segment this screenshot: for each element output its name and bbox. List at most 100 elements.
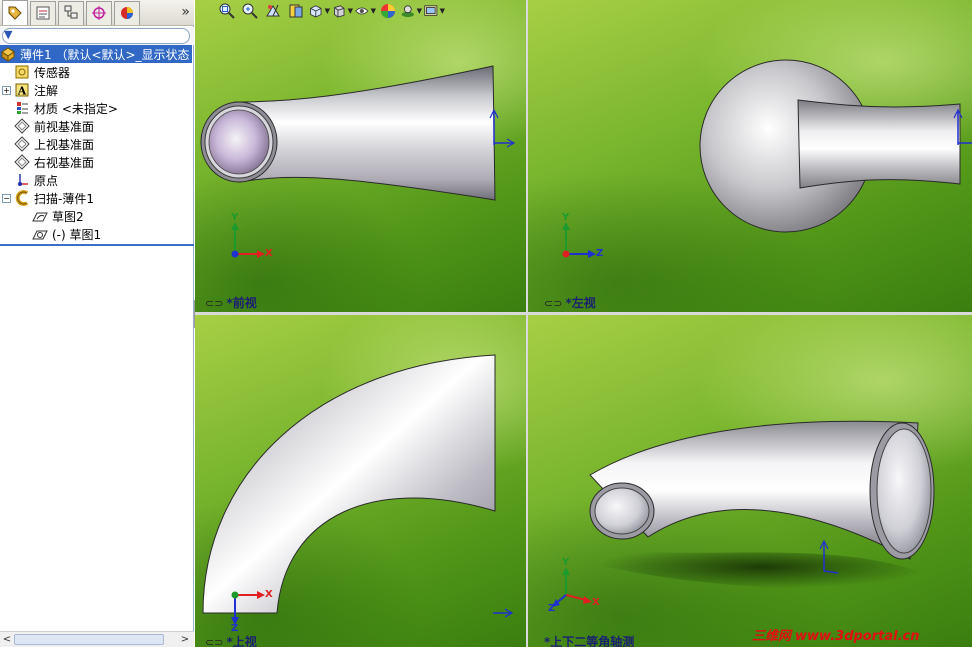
apply-scene-icon [401, 5, 414, 18]
property-manager-tab[interactable] [30, 0, 56, 25]
edit-appearance-button[interactable] [377, 0, 399, 22]
display-manager-tab[interactable] [114, 0, 140, 25]
part-icon [0, 46, 16, 62]
apply-scene-button[interactable]: ▼ [400, 0, 422, 22]
dimxpert-tab[interactable] [86, 0, 112, 25]
panel-tab-more-button[interactable]: » [181, 4, 190, 20]
link-views-icon[interactable]: ⊂⊃ [544, 297, 562, 310]
sweep-icon [14, 190, 30, 206]
viewport-label-left: ⊂⊃ *左视 [544, 294, 596, 311]
axis-y-label: Y [562, 557, 570, 568]
tree-item-sensors[interactable]: 传感器 [14, 63, 70, 81]
axis-x-label: X [265, 589, 273, 600]
front-view-scene [200, 65, 516, 258]
top-view-scene [202, 354, 514, 625]
watermark-url: www.3dportal.cn [795, 629, 920, 644]
watermark: 三维网 www.3dportal.cn [752, 625, 920, 644]
tree-horizontal-scrollbar[interactable]: < > [0, 631, 194, 647]
tree-item-label: 草图2 [52, 209, 84, 224]
display-style-icon [334, 5, 345, 18]
zoom-area-icon [242, 3, 258, 19]
feature-manager-icon [8, 6, 22, 20]
left-view-scene [562, 59, 972, 258]
viewport-label-top: ⊂⊃ *上视 [205, 633, 257, 647]
display-manager-icon [121, 7, 133, 19]
tree-item-origin[interactable]: 原点 [14, 171, 58, 189]
viewport-label-text: *上下二等角轴测 [544, 635, 635, 647]
viewport-label-text: *左视 [565, 296, 596, 310]
feature-tree: 薄件1 （默认<默认>_显示状态 传感器 + A 注解 材质 <未指定> 前视基… [0, 45, 194, 245]
feature-manager-tab[interactable] [2, 0, 28, 25]
filter-icon[interactable]: ▼ [4, 28, 12, 41]
scroll-left-button[interactable]: < [0, 633, 14, 647]
sketch-icon [32, 208, 48, 224]
section-view-icon [289, 4, 303, 18]
section-view-button[interactable] [285, 0, 307, 22]
zoom-to-fit-button[interactable] [216, 0, 238, 22]
axis-y-label: Y [231, 212, 239, 223]
viewport-label-text: *上视 [226, 635, 257, 647]
link-views-icon[interactable]: ⊂⊃ [205, 297, 223, 310]
viewport-label-text: *前视 [226, 296, 257, 310]
viewport-dimetric[interactable]: Y X Z *上下二等角轴测 [528, 315, 972, 647]
tree-item-label: (-) 草图1 [52, 227, 102, 242]
viewport-top[interactable]: X Z ⊂⊃ *上视 [195, 315, 526, 647]
axis-x-label: X [265, 248, 273, 259]
tree-item-label: 原点 [34, 173, 59, 188]
tree-root-part[interactable]: 薄件1 （默认<默认>_显示状态 [0, 45, 192, 63]
sensor-icon [14, 64, 30, 80]
scroll-right-button[interactable]: > [178, 633, 192, 647]
tree-filter-input[interactable] [2, 28, 190, 44]
tree-item-label: 前视基准面 [34, 119, 95, 134]
link-views-icon[interactable]: ⊂⊃ [205, 636, 223, 647]
tree-item-label: 材质 <未指定> [34, 101, 118, 116]
tree-item-sketch2[interactable]: 草图2 [32, 207, 84, 225]
tree-item-annotations[interactable]: A 注解 [14, 81, 58, 99]
svg-text:A: A [17, 85, 27, 98]
view-settings-icon [424, 5, 438, 16]
tree-item-label: 右视基准面 [34, 155, 95, 170]
zoom-area-button[interactable] [239, 0, 261, 22]
expand-annotations-toggle[interactable]: + [2, 86, 11, 95]
viewport-label-front: ⊂⊃ *前视 [205, 294, 257, 311]
material-icon [14, 100, 30, 116]
origin-icon [14, 172, 30, 188]
previous-view-icon [266, 4, 280, 17]
axis-x-label: X [592, 597, 600, 608]
tree-filter-bar: ▼ [0, 27, 194, 45]
tree-item-sketch1[interactable]: (-) 草图1 [32, 225, 101, 243]
viewport-splitter-horizontal[interactable] [195, 312, 972, 315]
zoom-to-fit-icon [219, 3, 235, 19]
tree-item-material[interactable]: 材质 <未指定> [14, 99, 118, 117]
tree-item-label: 扫描-薄件1 [34, 191, 94, 206]
viewport-label-dimetric: *上下二等角轴测 [544, 633, 634, 647]
feature-manager-panel: » ▼ 薄件1 （默认<默认>_显示状态 传感器 + A 注解 材质 <未指定>… [0, 0, 194, 647]
panel-tab-bar: » [0, 0, 194, 26]
configuration-manager-tab[interactable] [58, 0, 84, 25]
watermark-cn: 三维网 [752, 629, 792, 644]
tree-item-front-plane[interactable]: 前视基准面 [14, 117, 94, 135]
dimxpert-icon [92, 6, 106, 20]
display-style-button[interactable]: ▼ [331, 0, 353, 22]
axis-y-label: Y [562, 212, 570, 223]
scroll-thumb[interactable] [14, 634, 164, 645]
edit-appearance-icon [381, 4, 395, 18]
tree-item-top-plane[interactable]: 上视基准面 [14, 135, 94, 153]
plane-icon [14, 136, 30, 152]
plane-icon [14, 154, 30, 170]
view-settings-button[interactable]: ▼ [423, 0, 445, 22]
tree-separator [0, 244, 194, 246]
viewport-splitter-vertical[interactable] [526, 0, 528, 647]
chevron-down-icon: ▼ [416, 7, 422, 15]
tree-item-label: 上视基准面 [34, 137, 95, 152]
previous-view-button[interactable] [262, 0, 284, 22]
collapse-sweep-toggle[interactable]: − [2, 194, 11, 203]
tree-item-sweep-thin[interactable]: 扫描-薄件1 [14, 189, 94, 207]
tree-item-right-plane[interactable]: 右视基准面 [14, 153, 94, 171]
view-orientation-button[interactable]: ▼ [308, 0, 330, 22]
viewport-left[interactable]: Y Z ⊂⊃ *左视 [528, 0, 972, 312]
hide-show-button[interactable]: ▼ [354, 0, 376, 22]
viewport-front[interactable]: Y X ⊂⊃ *前视 [195, 0, 526, 312]
axis-z-label: Z [548, 603, 556, 614]
view-orientation-icon [310, 5, 322, 18]
